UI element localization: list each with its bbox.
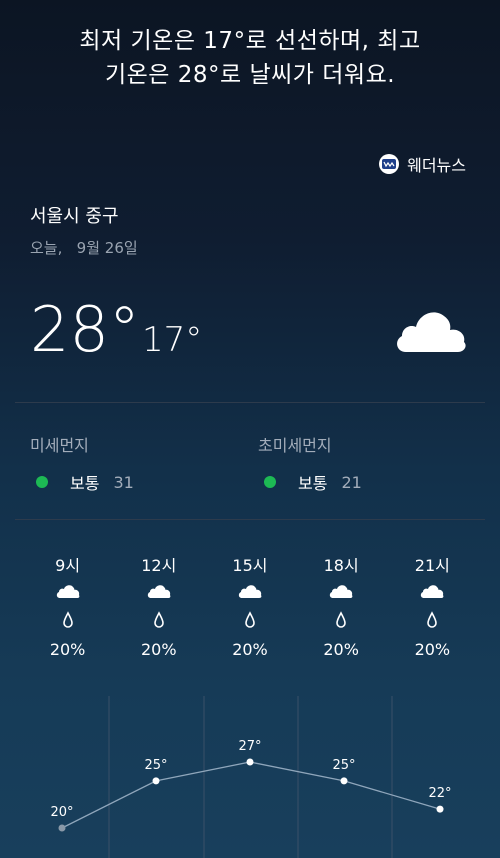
raindrop-icon: [296, 604, 387, 636]
cloud-icon: [113, 578, 204, 604]
source-name: 웨더뉴스: [407, 156, 466, 175]
hour-time: 12시: [141, 556, 177, 575]
fine-dust-status: 보통: [70, 474, 100, 493]
temperature-label: 22°: [428, 786, 451, 801]
hourly-forecast: 9시 20% 12시 20% 15시 20% 18시 20% 21시 20%: [22, 552, 478, 659]
cloud-icon: [204, 578, 295, 604]
precip-chance: 20%: [49, 640, 86, 659]
temperature-point: [436, 805, 444, 813]
weathernews-logo-icon: [379, 154, 400, 174]
temperature-chart: 20° 25° 27° 25° 22°: [50, 696, 452, 858]
weather-source[interactable]: 웨더뉴스: [379, 152, 466, 176]
hour-time: 15시: [232, 556, 268, 575]
date-label: 오늘, 9월 26일: [30, 239, 138, 257]
status-dot-icon: [36, 476, 48, 488]
hourly-item: 15시 20%: [204, 552, 295, 659]
hourly-item: 12시 20%: [113, 552, 204, 659]
raindrop-icon: [204, 604, 295, 636]
status-dot-icon: [264, 476, 276, 488]
temperature-label: 20°: [50, 805, 73, 820]
cloud-icon: [296, 578, 387, 604]
precip-chance: 20%: [141, 640, 177, 659]
temperature-line: [61, 761, 441, 829]
raindrop-icon: [387, 604, 478, 636]
hourly-item: 9시 20%: [22, 552, 113, 659]
temperature-point: [340, 777, 348, 785]
cloud-icon: [22, 578, 113, 604]
weather-summary-headline: 최저 기온은 17°로 선선하며, 최고 기온은 28°로 날씨가 더워요.: [0, 24, 500, 92]
precip-chance: 20%: [323, 640, 359, 659]
raindrop-icon: [113, 604, 204, 636]
cloud-icon: [387, 578, 478, 604]
current-low-temp: 17°: [142, 320, 203, 360]
hour-time: 18시: [323, 556, 359, 575]
precip-chance: 20%: [414, 640, 451, 659]
temperature-point: [246, 758, 254, 766]
hour-time: 9시: [55, 556, 81, 575]
temperature-point: [152, 777, 160, 785]
hourly-item: 18시 20%: [296, 552, 387, 659]
divider: [15, 402, 485, 403]
temperature-label: 27°: [238, 739, 261, 754]
headline-line-2: 기온은 28°로 날씨가 더워요.: [104, 62, 396, 88]
ultrafine-dust-value: 21: [341, 472, 362, 492]
fine-dust-label: 미세먼지: [30, 436, 89, 455]
ultrafine-dust-status: 보통: [298, 474, 328, 493]
raindrop-icon: [22, 604, 113, 636]
fine-dust-value: 31: [113, 472, 134, 492]
ultrafine-dust-label: 초미세먼지: [258, 436, 332, 455]
hour-time: 21시: [414, 556, 450, 575]
temperature-label: 25°: [332, 758, 355, 773]
headline-line-1: 최저 기온은 17°로 선선하며, 최고: [79, 28, 421, 54]
location-name: 서울시 중구: [30, 206, 119, 227]
temperature-label: 25°: [144, 758, 167, 773]
temperature-point: [58, 824, 66, 832]
fine-dust[interactable]: 미세먼지 보통 31: [30, 432, 134, 494]
current-high-temp: 28°: [30, 293, 140, 366]
precip-chance: 20%: [232, 640, 268, 659]
hourly-item: 21시 20%: [387, 552, 478, 659]
ultrafine-dust[interactable]: 초미세먼지 보통 21: [258, 432, 362, 494]
divider: [15, 519, 485, 520]
cloud-icon: [392, 306, 470, 358]
